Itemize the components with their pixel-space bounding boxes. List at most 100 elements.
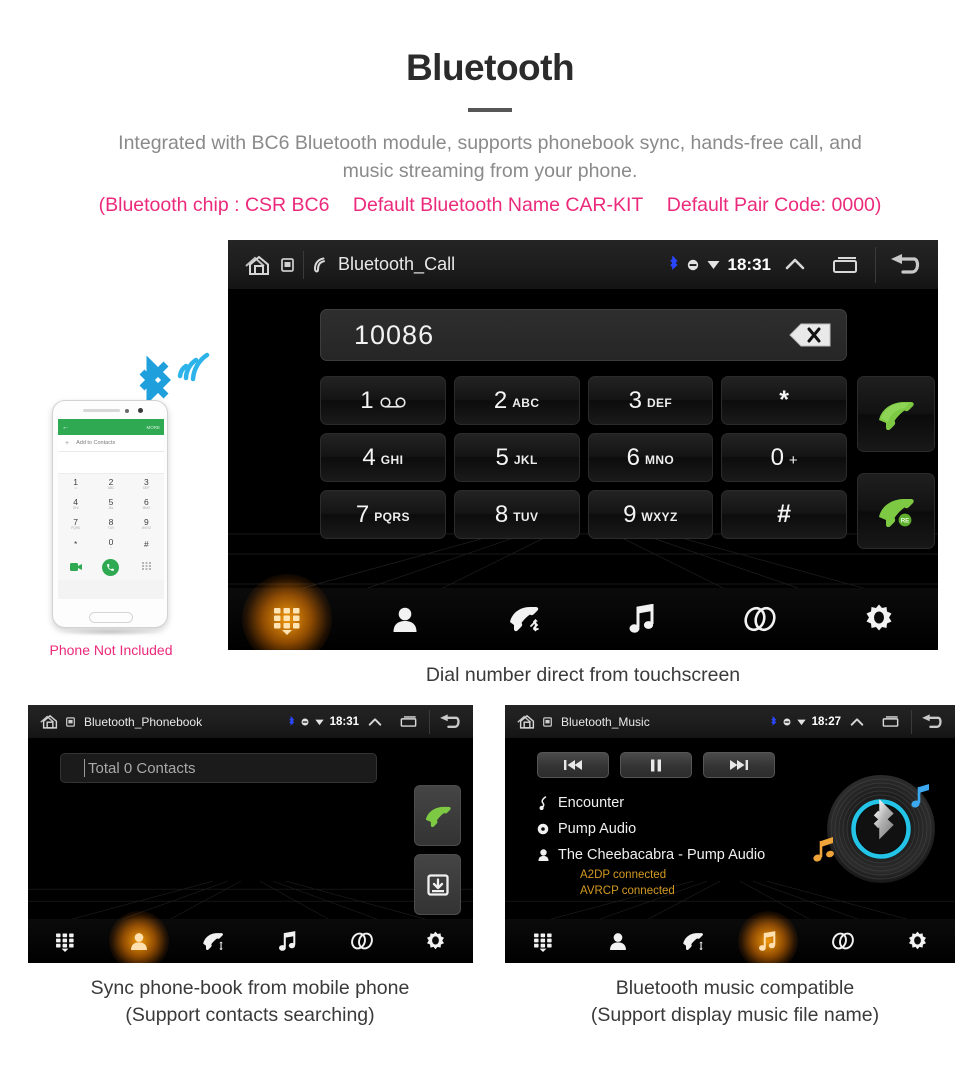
- text-caret: [84, 759, 85, 777]
- key-7[interactable]: 7 PQRS: [320, 490, 446, 539]
- nav-music[interactable]: [583, 588, 701, 650]
- key-2[interactable]: 2 ABC: [453, 376, 580, 425]
- back-arrow-icon[interactable]: [438, 713, 463, 731]
- nav-contacts[interactable]: [102, 911, 176, 963]
- nav-settings[interactable]: [399, 919, 473, 963]
- track-title-row: Encounter: [533, 790, 765, 816]
- phone-handset-icon: [313, 257, 326, 273]
- music-caption: Bluetooth music compatible (Support disp…: [490, 975, 980, 1028]
- track-artist: The Cheebacabra - Pump Audio: [558, 847, 766, 863]
- avrcp-status: AVRCP connected: [580, 884, 675, 897]
- pause-icon: [650, 759, 662, 772]
- page-root: Bluetooth Integrated with BC6 Bluetooth …: [0, 0, 980, 1091]
- phone-number-area: [58, 452, 164, 474]
- nav-link[interactable]: [701, 588, 819, 650]
- nav-music[interactable]: [730, 911, 805, 963]
- phonebook-caption-line-1: Sync phone-book from mobile phone: [90, 977, 410, 999]
- next-track-button[interactable]: [703, 752, 775, 778]
- pause-button[interactable]: [620, 752, 692, 778]
- call-button[interactable]: [857, 376, 935, 452]
- nav-keypad[interactable]: [505, 919, 580, 963]
- recents-icon[interactable]: [881, 715, 900, 728]
- chevron-up-icon[interactable]: [367, 716, 383, 728]
- key-1[interactable]: 1: [320, 376, 446, 425]
- gear-icon: [908, 931, 927, 952]
- phonebook-call-button[interactable]: [414, 785, 461, 846]
- key-4[interactable]: 4 GHI: [320, 433, 446, 482]
- back-arrow-icon[interactable]: [920, 713, 945, 731]
- phonebook-caption: Sync phone-book from mobile phone (Suppo…: [0, 975, 500, 1028]
- home-icon[interactable]: [244, 253, 274, 277]
- page-subtitle: Integrated with BC6 Bluetooth module, su…: [0, 129, 980, 186]
- phonebook-download-button[interactable]: [414, 854, 461, 915]
- key-digit: 2: [493, 386, 508, 414]
- phone-camera: [138, 408, 143, 413]
- key-digit: 1: [360, 386, 374, 414]
- phonebook-caption-line-2: (Support contacts searching): [125, 1003, 375, 1026]
- call-button-column: RE: [857, 376, 935, 549]
- key-letters: +: [788, 452, 798, 469]
- redial-button[interactable]: RE: [857, 473, 935, 549]
- key-digit: 8: [494, 500, 509, 528]
- home-icon[interactable]: [516, 713, 538, 730]
- recents-icon[interactable]: [399, 715, 418, 728]
- music-transport-controls: [537, 752, 775, 778]
- key-letters: PQRS: [374, 510, 410, 524]
- key-9[interactable]: 9 WXYZ: [587, 490, 714, 539]
- music-navbar: [505, 911, 955, 963]
- phone-key: 4 GHI: [58, 494, 93, 514]
- title-divider: [468, 107, 512, 112]
- nav-music[interactable]: [251, 919, 325, 963]
- back-arrow-icon[interactable]: [888, 252, 924, 278]
- phone-key: 5 JKL: [93, 494, 128, 514]
- key-digit: 4: [362, 443, 376, 471]
- bluetooth-phonebook-screen: Bluetooth_Phonebook 18:31 Total 0 Contac…: [28, 705, 473, 963]
- phone-key-letters: MNO: [142, 505, 151, 510]
- nav-keypad[interactable]: [28, 919, 102, 963]
- key-6[interactable]: 6 MNO: [587, 433, 714, 482]
- skip-forward-icon: [729, 759, 749, 771]
- nav-contacts[interactable]: [580, 919, 655, 963]
- key-3[interactable]: 3 DEF: [587, 376, 714, 425]
- phone-more-label: MORE: [146, 424, 161, 430]
- key-digit: 3: [628, 386, 642, 414]
- bluetooth-icon: [770, 715, 777, 728]
- key-hash[interactable]: #: [721, 490, 847, 539]
- chevron-up-icon[interactable]: [849, 716, 865, 728]
- previous-track-button[interactable]: [537, 752, 609, 778]
- key-8[interactable]: 8 TUV: [453, 490, 580, 539]
- recents-icon[interactable]: [831, 255, 859, 275]
- nav-calllog[interactable]: [176, 919, 250, 963]
- link-icon: [743, 606, 777, 632]
- contacts-search-input[interactable]: Total 0 Contacts: [60, 753, 377, 783]
- backspace-icon[interactable]: [788, 321, 832, 349]
- phone-key-letters: JKL: [108, 505, 114, 510]
- dialed-number-field[interactable]: 10086: [320, 309, 847, 361]
- nav-link[interactable]: [805, 919, 880, 963]
- phonebook-title: Bluetooth_Phonebook: [84, 714, 203, 729]
- gear-icon: [865, 604, 893, 634]
- nav-settings[interactable]: [820, 588, 938, 650]
- key-5[interactable]: 5 JKL: [453, 433, 580, 482]
- nav-keypad[interactable]: [228, 574, 346, 650]
- key-star[interactable]: *: [721, 376, 847, 425]
- nav-calllog[interactable]: [655, 919, 730, 963]
- nav-link[interactable]: [325, 919, 399, 963]
- key-0[interactable]: 0 +: [721, 433, 847, 482]
- wifi-icon: [314, 718, 324, 726]
- key-digit: #: [777, 500, 792, 528]
- home-icon[interactable]: [39, 713, 61, 730]
- phone-key: #: [129, 534, 164, 554]
- track-artist-row: The Cheebacabra - Pump Audio: [533, 842, 765, 868]
- spec-paircode: Default Pair Code: 0000): [666, 194, 882, 217]
- key-digit: 5: [495, 443, 509, 471]
- chevron-up-icon[interactable]: [783, 256, 807, 274]
- dialed-number-value: 10086: [354, 319, 435, 350]
- phone-key-letters: TUV: [107, 525, 115, 530]
- nav-contacts[interactable]: [346, 588, 464, 650]
- nav-calllog[interactable]: [465, 588, 583, 650]
- phonebook-clock: 18:31: [329, 715, 359, 728]
- wifi-icon: [707, 259, 720, 270]
- key-digit: *: [779, 386, 789, 414]
- nav-settings[interactable]: [880, 919, 955, 963]
